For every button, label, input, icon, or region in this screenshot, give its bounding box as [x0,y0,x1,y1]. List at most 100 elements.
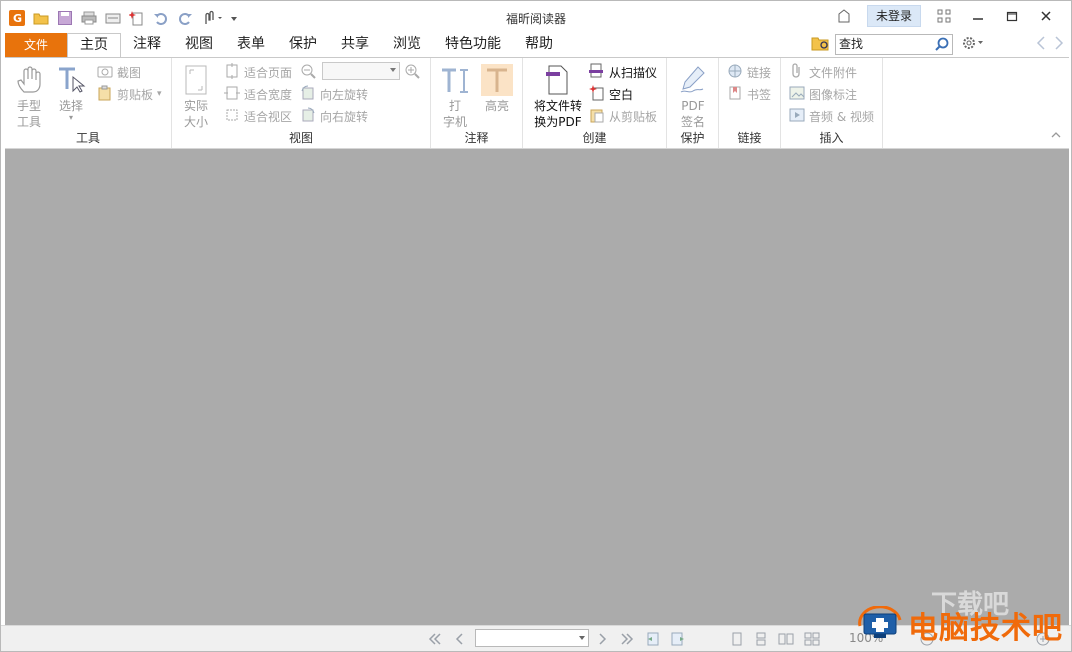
page-dropdown-icon[interactable] [579,636,585,640]
app-logo-icon[interactable]: G [7,8,27,28]
settings-gear-icon[interactable] [961,35,985,54]
single-page-icon[interactable] [729,630,745,648]
fit-width-button[interactable]: 适合宽度 [224,84,292,104]
hand-icon [11,64,47,96]
tab-browse[interactable]: 浏览 [381,33,433,57]
rotate-left-button[interactable]: 向左旋转 [300,84,368,104]
close-icon[interactable] [1029,5,1063,27]
highlight-label: 高亮 [484,99,509,113]
select-tool-button[interactable]: 选择 ▾ [51,64,91,122]
rotate-right-button[interactable]: 向右旋转 [300,106,368,126]
fit-page-icon [224,62,240,82]
screenshot-button[interactable]: 截图 [97,62,141,82]
open-folder-icon[interactable] [31,8,51,28]
tab-help[interactable]: 帮助 [513,33,565,57]
highlight-button[interactable]: 高亮 [479,64,515,114]
bookmark-button[interactable]: 书签 [727,84,771,104]
tab-nav [1035,35,1065,54]
from-clipboard-button[interactable]: 从剪贴板 [589,106,657,126]
hand-tool-label-2: 工具 [16,115,41,129]
skin-icon[interactable] [827,5,861,27]
typewriter-button[interactable]: 打 字机 [437,64,473,130]
fit-page-button[interactable]: 适合页面 [224,62,292,82]
last-page-icon[interactable] [619,630,635,648]
title-bar: G 福昕阅读器 未登录 [1,1,1071,33]
file-attachment-button[interactable]: 文件附件 [789,62,857,82]
next-view-icon[interactable] [669,630,687,648]
hand-tool-button[interactable]: 手型 工具 [11,64,47,130]
tab-file[interactable]: 文件 [5,33,67,57]
tab-home[interactable]: 主页 [67,33,121,57]
clipboard-dropdown-icon[interactable]: ▾ [157,89,162,99]
print-icon[interactable] [79,8,99,28]
zoom-combo-dropdown-icon[interactable] [390,68,396,72]
image-annotation-button[interactable]: 图像标注 [789,84,857,104]
page-number-input[interactable] [475,629,589,647]
nav-back-icon[interactable] [1035,35,1047,54]
actual-size-button[interactable]: 实际 大小 [178,64,214,130]
search-folder-icon[interactable] [811,34,831,55]
tab-comment[interactable]: 注释 [121,33,173,57]
audio-video-button[interactable]: 音频 & 视频 [789,106,874,126]
convert-to-pdf-button[interactable]: 将文件转 换为PDF [527,64,589,130]
new-icon[interactable] [127,8,147,28]
blank-button[interactable]: 空白 [589,84,633,104]
login-button[interactable]: 未登录 [866,5,921,27]
customize-dropdown-icon[interactable] [229,8,239,28]
link-button[interactable]: 链接 [727,62,771,82]
prev-view-icon[interactable] [645,630,663,648]
tab-protect[interactable]: 保护 [277,33,329,57]
zoom-combo[interactable] [322,62,400,80]
search-input[interactable]: 查找 [835,34,953,55]
search-area: 查找 [811,34,985,55]
fit-page-label: 适合页面 [244,65,293,80]
zoom-in-button[interactable] [404,62,420,82]
save-icon[interactable] [55,8,75,28]
scan-icon[interactable] [103,8,123,28]
image-annotation-label: 图像标注 [809,87,858,102]
document-area[interactable] [5,149,1069,625]
tab-features[interactable]: 特色功能 [433,33,513,57]
fit-width-icon [224,85,240,104]
next-page-icon[interactable] [595,630,611,648]
select-dropdown-icon[interactable]: ▾ [51,114,91,122]
facing-icon[interactable] [777,630,795,648]
collapse-ribbon-icon[interactable] [1051,131,1061,142]
highlight-icon [479,64,515,96]
layout-icon[interactable] [927,5,961,27]
actual-size-label-1: 实际 [183,99,208,113]
undo-icon[interactable] [151,8,171,28]
search-icon[interactable] [934,36,950,58]
from-scanner-button[interactable]: 从扫描仪 [589,62,657,82]
rotate-right-icon [300,106,316,126]
continuous-icon[interactable] [753,630,769,648]
redo-icon[interactable] [175,8,195,28]
zoom-out-icon [300,63,316,82]
group-protect-label: 保护 [680,131,705,145]
paperclip-icon [789,62,805,82]
from-clipboard-label: 从剪贴板 [609,109,658,124]
pdf-sign-button[interactable]: PDF 签名 [673,64,713,130]
group-view-label: 视图 [288,131,313,145]
continuous-facing-icon[interactable] [803,630,821,648]
from-clipboard-icon [589,107,605,126]
tab-form[interactable]: 表单 [225,33,277,57]
nav-forward-icon[interactable] [1053,35,1065,54]
tab-share[interactable]: 共享 [329,33,381,57]
first-page-icon[interactable] [427,630,443,648]
fit-visible-button[interactable]: 适合视区 [224,106,292,126]
hand-touch-icon[interactable] [199,8,225,28]
prev-page-icon[interactable] [451,630,467,648]
group-create-label: 创建 [582,131,607,145]
minimize-icon[interactable] [961,5,995,27]
group-protect: PDF 签名 保护 [667,58,719,148]
restore-icon[interactable] [995,5,1029,27]
clipboard-button[interactable]: 剪贴板 ▾ [97,84,162,104]
fit-visible-label: 适合视区 [244,109,293,124]
typewriter-label-2: 字机 [442,115,467,129]
actual-size-icon [178,64,214,96]
zoom-out-button[interactable] [300,62,316,82]
fit-width-label: 适合宽度 [244,87,293,102]
tab-view[interactable]: 视图 [173,33,225,57]
ribbon-tab-bar: 文件 主页 注释 视图 表单 保护 共享 浏览 特色功能 帮助 查找 [5,33,1069,57]
